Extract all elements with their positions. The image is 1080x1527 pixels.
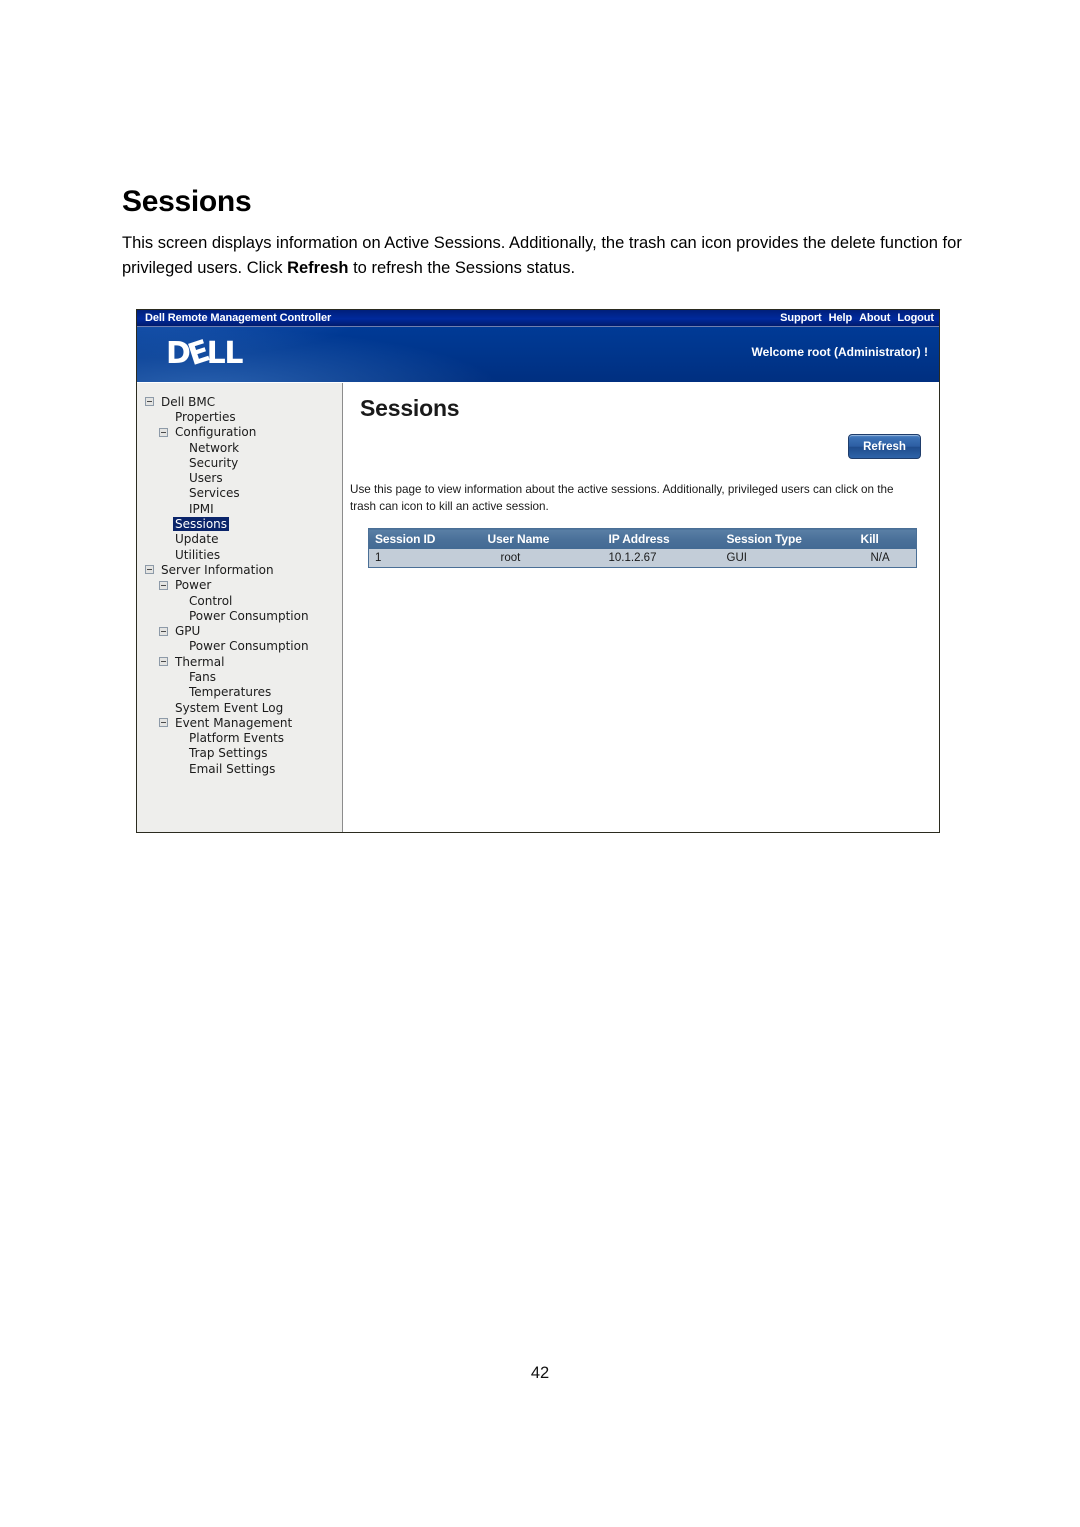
refresh-button[interactable]: Refresh: [848, 434, 921, 459]
welcome-user-label: Welcome root (Administrator) !: [751, 345, 928, 359]
column-header-session-type[interactable]: Session Type: [720, 528, 855, 549]
sidebar-item-label: Network: [189, 440, 240, 455]
sidebar-item-security[interactable]: Security: [137, 455, 342, 470]
column-header-session-id[interactable]: Session ID: [368, 528, 482, 549]
titlebar-links: Support Help About Logout: [780, 312, 934, 324]
sidebar-item-system-event-log[interactable]: System Event Log: [137, 700, 342, 715]
collapse-toggle-icon[interactable]: [145, 397, 154, 407]
collapse-toggle-icon[interactable]: [159, 718, 168, 728]
sidebar-item-label: Server Information: [161, 562, 274, 577]
sidebar-item-label: GPU: [175, 624, 201, 639]
sidebar-item-label: Properties: [175, 409, 236, 424]
sidebar-item-services[interactable]: Services: [137, 486, 342, 501]
sidebar-item-email-settings[interactable]: Email Settings: [137, 761, 342, 776]
sidebar-item-power-consumption[interactable]: Power Consumption: [137, 639, 342, 654]
sidebar-item-label: Sessions: [173, 517, 230, 532]
sidebar-item-properties[interactable]: Properties: [137, 409, 342, 424]
sidebar-item-update[interactable]: Update: [137, 532, 342, 547]
content-page-title: Sessions: [360, 395, 460, 421]
collapse-toggle-icon[interactable]: [159, 580, 168, 590]
sidebar-item-configuration[interactable]: Configuration: [137, 425, 342, 440]
sidebar-item-trap-settings[interactable]: Trap Settings: [137, 746, 342, 761]
collapse-toggle-icon[interactable]: [145, 565, 154, 575]
column-header-kill[interactable]: Kill: [854, 528, 917, 549]
collapse-toggle-icon[interactable]: [159, 657, 168, 667]
sessions-table-head: Session ID User Name IP Address Session …: [368, 528, 917, 549]
sidebar-item-label: Users: [189, 471, 223, 486]
sidebar-item-control[interactable]: Control: [137, 593, 342, 608]
sidebar-item-label: Thermal: [175, 654, 225, 669]
app-titlebar: Dell Remote Management Controller Suppor…: [137, 310, 939, 327]
sidebar-item-ipmi[interactable]: IPMI: [137, 501, 342, 516]
cell-session-type: GUI: [720, 549, 855, 568]
sidebar-item-dell-bmc[interactable]: Dell BMC: [137, 394, 342, 409]
sidebar-item-gpu[interactable]: GPU: [137, 623, 342, 638]
sidebar-item-event-management[interactable]: Event Management: [137, 715, 342, 730]
sidebar-item-power[interactable]: Power: [137, 578, 342, 593]
app-body: Dell BMC Properties Configuration Network Se…: [137, 383, 939, 832]
intro-paragraph: This screen displays information on Acti…: [122, 231, 962, 281]
sidebar-item-label: Fans: [189, 669, 217, 684]
sidebar-item-label: System Event Log: [175, 700, 284, 715]
sidebar-item-platform-events[interactable]: Platform Events: [137, 731, 342, 746]
sidebar-item-label: Dell BMC: [161, 394, 216, 409]
sidebar-item-label: Temperatures: [189, 685, 272, 700]
cell-session-id: 1: [368, 549, 482, 568]
sidebar-item-label: Platform Events: [189, 731, 285, 746]
column-header-ip-address[interactable]: IP Address: [602, 528, 721, 549]
sidebar-item-sessions[interactable]: Sessions: [137, 516, 342, 532]
sidebar-item-fans[interactable]: Fans: [137, 669, 342, 684]
dell-logo: D E LL: [166, 334, 243, 373]
logout-link[interactable]: Logout: [897, 312, 934, 324]
cell-ip-address: 10.1.2.67: [602, 549, 721, 568]
sidebar-item-network[interactable]: Network: [137, 440, 342, 455]
sidebar-item-label: Power Consumption: [189, 639, 309, 654]
sidebar-item-label: Security: [189, 455, 239, 470]
sidebar-item-utilities[interactable]: Utilities: [137, 547, 342, 562]
intro-paragraph-bold: Refresh: [287, 259, 349, 277]
sidebar-item-label: Update: [175, 532, 219, 547]
table-row: 1 root 10.1.2.67 GUI N/A: [368, 549, 917, 568]
sidebar-item-label: Email Settings: [189, 761, 276, 776]
sidebar-item-label: Control: [189, 593, 233, 608]
navigation-sidebar: Dell BMC Properties Configuration Network Se…: [137, 383, 343, 832]
support-link[interactable]: Support: [780, 312, 822, 324]
sidebar-item-label: Utilities: [175, 547, 221, 562]
sidebar-item-label: Configuration: [175, 425, 257, 440]
sidebar-item-label: Power: [175, 578, 212, 593]
sidebar-item-label: Trap Settings: [189, 746, 268, 761]
sessions-table-body: 1 root 10.1.2.67 GUI N/A: [368, 549, 917, 568]
sidebar-item-label: IPMI: [189, 501, 214, 516]
intro-paragraph-part2: to refresh the Sessions status.: [348, 259, 576, 277]
sidebar-item-label: Power Consumption: [189, 608, 309, 623]
sidebar-item-power-consumption[interactable]: Power Consumption: [137, 608, 342, 623]
cell-kill: N/A: [854, 549, 917, 568]
brand-banner: D E LL Welcome root (Administrator) !: [137, 327, 939, 383]
cell-user-name: root: [481, 549, 603, 568]
collapse-toggle-icon[interactable]: [159, 626, 168, 636]
manual-page: Sessions This screen displays informatio…: [0, 0, 1080, 1527]
page-title: Sessions: [122, 185, 252, 218]
sidebar-item-label: Event Management: [175, 715, 293, 730]
main-content: Sessions Refresh Use this page to view i…: [343, 383, 939, 832]
table-header-row: Session ID User Name IP Address Session …: [368, 528, 917, 549]
dell-bmc-app-window: Dell Remote Management Controller Suppor…: [136, 309, 940, 833]
product-name-label: Dell Remote Management Controller: [145, 312, 332, 324]
sessions-table: Session ID User Name IP Address Session …: [368, 528, 917, 568]
sidebar-item-server-information[interactable]: Server Information: [137, 562, 342, 577]
sidebar-item-temperatures[interactable]: Temperatures: [137, 685, 342, 700]
about-link[interactable]: About: [859, 312, 890, 324]
content-description: Use this page to view information about …: [350, 483, 894, 513]
help-link[interactable]: Help: [829, 312, 853, 324]
sidebar-item-label: Services: [189, 486, 240, 501]
sidebar-item-thermal[interactable]: Thermal: [137, 654, 342, 669]
page-number: 42: [530, 1364, 550, 1382]
sidebar-item-users[interactable]: Users: [137, 470, 342, 485]
column-header-user-name[interactable]: User Name: [481, 528, 603, 549]
collapse-toggle-icon[interactable]: [159, 427, 168, 437]
